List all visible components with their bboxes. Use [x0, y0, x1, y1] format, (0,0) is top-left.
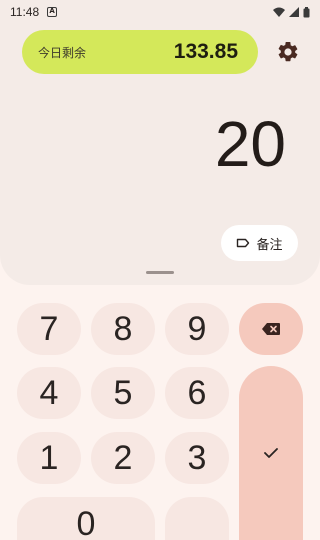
- gear-icon: [278, 41, 298, 62]
- wifi-icon: [273, 7, 285, 17]
- tag-icon: [237, 238, 250, 248]
- battery-icon: [303, 6, 310, 17]
- key-3[interactable]: 3: [165, 432, 229, 484]
- memo-button[interactable]: 备注: [221, 225, 298, 261]
- status-icons: [273, 6, 310, 18]
- key-0[interactable]: 0: [17, 497, 155, 540]
- budget-value: 133.85: [173, 40, 238, 63]
- key-9[interactable]: 9: [165, 303, 229, 355]
- settings-button[interactable]: [272, 36, 304, 68]
- notification-icon: A: [47, 7, 58, 17]
- delete-button[interactable]: [239, 303, 303, 355]
- key-4[interactable]: 4: [17, 367, 81, 419]
- signal-icon: [289, 7, 299, 17]
- check-icon: [264, 448, 278, 458]
- backspace-icon: [262, 323, 280, 335]
- key-dot[interactable]: [165, 497, 229, 540]
- status-bar: 11:48 A: [0, 0, 320, 24]
- key-7[interactable]: 7: [17, 303, 81, 355]
- key-8[interactable]: 8: [91, 303, 155, 355]
- key-6[interactable]: 6: [165, 367, 229, 419]
- amount-display: 20: [214, 108, 286, 180]
- key-1[interactable]: 1: [17, 432, 81, 484]
- key-2[interactable]: 2: [91, 432, 155, 484]
- key-5[interactable]: 5: [91, 367, 155, 419]
- status-time: 11:48: [10, 5, 40, 19]
- confirm-button[interactable]: [239, 366, 303, 540]
- drag-handle[interactable]: [146, 271, 174, 274]
- budget-remaining-pill[interactable]: 今日剩余 133.85: [22, 30, 258, 74]
- memo-label: 备注: [256, 237, 283, 253]
- budget-label: 今日剩余: [38, 45, 87, 60]
